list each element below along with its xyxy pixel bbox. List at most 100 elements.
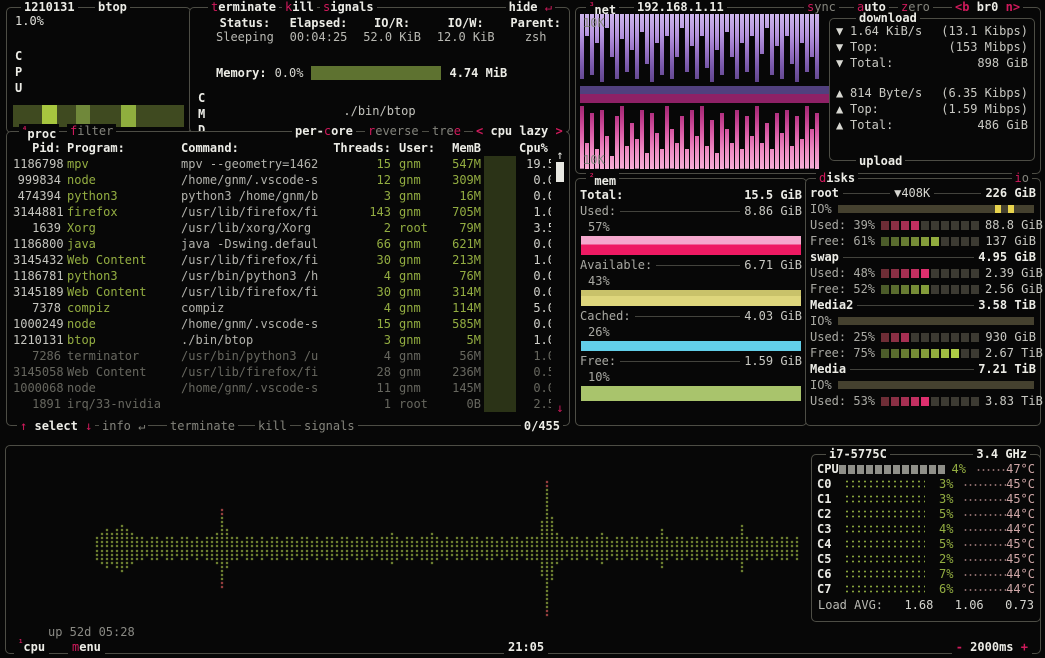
- process-row[interactable]: 1000249node/home/gnm/.vscode-s15gnm585M0…: [13, 316, 551, 332]
- process-cell: root: [391, 396, 437, 412]
- sort-selector[interactable]: < cpu lazy >: [473, 124, 566, 138]
- update-interval-control[interactable]: - 2000ms +: [952, 641, 1032, 654]
- disk-meter: [881, 221, 979, 230]
- used-value: 88.8 GiB: [985, 217, 1043, 233]
- process-row[interactable]: 1639Xorg/usr/lib/xorg/Xorg2root79M3.5: [13, 220, 551, 236]
- upload-graph: [580, 103, 832, 169]
- core-percent: 3%: [929, 477, 953, 492]
- scrollbar-thumb[interactable]: [556, 162, 564, 182]
- mem-graph-cached: [581, 341, 801, 351]
- process-cell: 1.0: [519, 204, 551, 220]
- process-detail-box: terminate kill signals hide ↵ Status:Sle…: [189, 7, 570, 133]
- process-cell: 474394: [13, 188, 67, 204]
- mem-label: Free:: [580, 353, 616, 369]
- process-cell: 3: [359, 332, 391, 348]
- process-row[interactable]: 999834node/home/gnm/.vscode-s12gnm309M0.…: [13, 172, 551, 188]
- net-bar: [795, 116, 799, 169]
- process-cpu-mini-graph: [484, 252, 516, 268]
- core-usage-graph: [844, 480, 925, 489]
- process-cell: 3.5: [519, 220, 551, 236]
- process-cell: 66: [359, 236, 391, 252]
- info-button[interactable]: info ↵: [99, 419, 148, 433]
- process-row[interactable]: 3145058Web Content/usr/lib/firefox/fi28g…: [13, 364, 551, 380]
- core-temp-graph: [963, 542, 1006, 548]
- disks-tab[interactable]: disks: [816, 171, 858, 185]
- core-usage-graph: [844, 540, 925, 549]
- process-cpu-mini-graph: [484, 316, 516, 332]
- interface-selector[interactable]: <b br0 n>: [952, 0, 1023, 14]
- select-control[interactable]: ↑ select ↓: [17, 419, 95, 433]
- reverse-toggle[interactable]: reverse: [365, 124, 422, 138]
- net-bar: [810, 14, 814, 57]
- proc-tab[interactable]: ⁴proc: [19, 124, 59, 141]
- io-label: IO%: [810, 201, 832, 217]
- memory-label: Memory:: [216, 66, 267, 80]
- net-bar: [715, 14, 719, 50]
- process-cell: /usr/bin/python3 /u: [181, 348, 359, 364]
- process-cell: java: [67, 236, 181, 252]
- proc-table-header[interactable]: Pid: Program: Command: Threads: User: Me…: [13, 140, 551, 156]
- mem-percent: 57%: [580, 219, 610, 235]
- process-cell: gnm: [391, 252, 437, 268]
- used-label: Used: 25%: [810, 329, 875, 345]
- process-cell: 0.0: [519, 236, 551, 252]
- signals-button[interactable]: signals: [320, 0, 377, 14]
- used-label: Used: 53%: [810, 393, 875, 409]
- mem-tab[interactable]: ²mem: [586, 171, 619, 188]
- process-row[interactable]: 1186798mpvmpv --geometry=146215gnm547M19…: [13, 156, 551, 172]
- hide-button[interactable]: hide ↵: [506, 0, 555, 14]
- signals-footer-button[interactable]: signals: [301, 419, 358, 433]
- net-bar: [735, 14, 739, 79]
- cpu-box: up 52d 05:28 i7-5775C 3.4 GHz CPU4%47°CC…: [5, 445, 1041, 654]
- process-row[interactable]: 3145432Web Content/usr/lib/firefox/fi30g…: [13, 252, 551, 268]
- kill-button[interactable]: kill: [282, 0, 317, 14]
- process-cell: /home/gnm/.vscode-s: [181, 316, 359, 332]
- net-bar: [790, 14, 794, 64]
- download-title: download: [856, 11, 920, 25]
- process-cell: gnm: [391, 348, 437, 364]
- process-row[interactable]: 1186781python3/usr/bin/python3 /h4gnm76M…: [13, 268, 551, 284]
- process-row[interactable]: 1891irq/33-nvidia1root0B2.5: [13, 396, 551, 412]
- process-row[interactable]: 3144881firefox/usr/lib/firefox/fi143gnm7…: [13, 204, 551, 220]
- disk-size: 3.58 TiB: [978, 297, 1036, 313]
- net-address: 192.168.1.11: [634, 0, 727, 14]
- scroll-down-icon[interactable]: ↓: [554, 401, 566, 415]
- process-row[interactable]: 3145189Web Content/usr/lib/firefox/fi30g…: [13, 284, 551, 300]
- tree-toggle[interactable]: tree: [429, 124, 464, 138]
- process-cell: Web Content: [67, 364, 181, 380]
- proc-scrollbar[interactable]: ↑ ↓: [554, 150, 566, 413]
- process-cpu-mini-graph: [484, 380, 516, 396]
- per-core-toggle[interactable]: per-core: [292, 124, 356, 138]
- process-cell: 7286: [13, 348, 67, 364]
- used-value: 3.83 TiB: [985, 393, 1043, 409]
- cpu-footer-tab[interactable]: ¹cpu: [14, 638, 49, 654]
- process-cpu-mini-graph: [484, 188, 516, 204]
- process-cell: /usr/lib/firefox/fi: [181, 252, 359, 268]
- terminate-footer-button[interactable]: terminate: [167, 419, 238, 433]
- menu-button[interactable]: menu: [68, 641, 105, 654]
- scroll-up-icon[interactable]: ↑: [554, 148, 566, 162]
- process-cell: 1000249: [13, 316, 67, 332]
- process-row[interactable]: 474394python3python3 /home/gnm/b3gnm16M0…: [13, 188, 551, 204]
- net-bar: [640, 14, 644, 32]
- net-bar: [690, 110, 694, 169]
- process-cell: gnm: [391, 268, 437, 284]
- terminate-button[interactable]: terminate: [208, 0, 279, 14]
- core-row: C52%45°C: [812, 552, 1040, 567]
- upload-graph-top: [580, 94, 832, 103]
- process-row[interactable]: 1000068node/home/gnm/.vscode-s11gnm145M0…: [13, 380, 551, 396]
- sync-toggle[interactable]: sync: [804, 0, 839, 14]
- net-bar: [740, 14, 744, 43]
- download-graph-base: [580, 86, 832, 94]
- process-row[interactable]: 7378compizcompiz4gnm114M5.0: [13, 300, 551, 316]
- net-stat-label: 1.64 KiB/s: [850, 23, 922, 39]
- net-bar: [710, 14, 714, 82]
- process-rows: 1186798mpvmpv --geometry=146215gnm547M19…: [13, 156, 551, 412]
- process-row[interactable]: 7286terminator/usr/bin/python3 /u4gnm56M…: [13, 348, 551, 364]
- filter-button[interactable]: filter: [67, 124, 116, 138]
- io-mode-toggle[interactable]: io: [1012, 171, 1032, 185]
- process-cell: root: [391, 220, 437, 236]
- process-row[interactable]: 1210131btop./bin/btop3gnm5M1.0: [13, 332, 551, 348]
- process-row[interactable]: 1186800javajava -Dswing.defaul66gnm621M0…: [13, 236, 551, 252]
- kill-footer-button[interactable]: kill: [255, 419, 290, 433]
